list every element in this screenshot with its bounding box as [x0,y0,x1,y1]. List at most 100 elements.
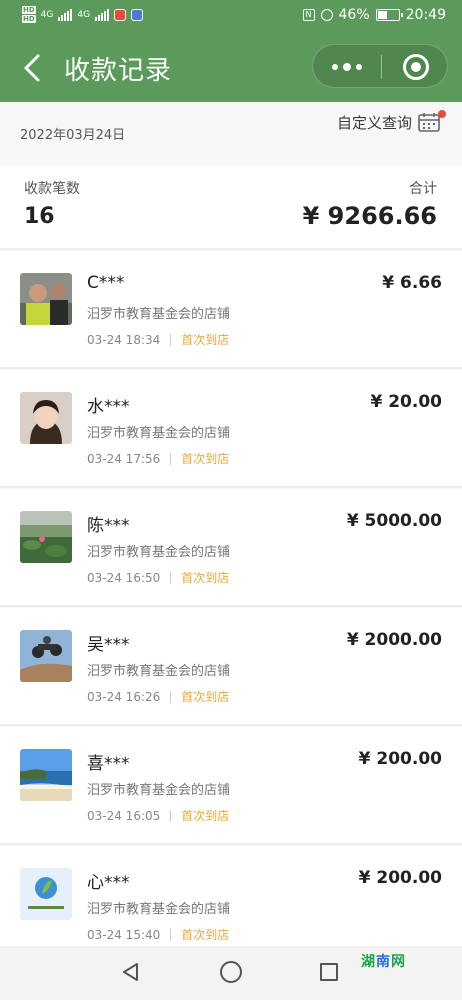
payment-amount: ¥ 200.00 [358,749,442,769]
record-meta: 03-24 16:26 首次到店 [87,688,229,705]
lotus-pond-photo-icon [20,511,72,563]
payer-name: 喜*** [87,754,130,774]
record-item[interactable]: 陈*** ¥ 5000.00 汨罗市教育基金会的店铺 03-24 16:50 首… [0,489,462,607]
calendar-icon[interactable] [418,112,440,132]
payer-name: C*** [87,273,125,293]
divider [170,928,172,941]
close-mini-program-button[interactable] [403,54,429,80]
avatar [20,749,72,801]
page-title: 收款记录 [64,56,173,86]
beach-photo-icon [20,749,72,801]
store-name: 汨罗市教育基金会的店铺 [87,664,231,679]
payment-amount: ¥ 5000.00 [346,511,442,531]
record-meta: 03-24 16:05 首次到店 [87,807,229,824]
date-label: 2022年03月24日 [20,128,126,143]
first-visit-badge: 首次到店 [181,928,230,942]
payment-amount: ¥ 200.00 [358,868,442,888]
custom-query-link[interactable]: 自定义查询 [337,112,412,133]
payment-time: 03-24 15:40 [87,927,161,942]
store-name: 汨罗市教育基金会的店铺 [87,545,231,560]
home-circle-icon[interactable] [220,961,242,983]
payment-time: 03-24 16:50 [87,570,161,585]
more-button[interactable] [313,45,381,89]
back-arrow-icon[interactable] [18,52,48,84]
nfc-icon: N [302,9,315,21]
record-meta: 03-24 17:56 首次到店 [87,450,229,467]
store-name: 汨罗市教育基金会的店铺 [87,307,231,322]
person-photo-icon [20,273,72,325]
store-name: 汨罗市教育基金会的店铺 [87,902,231,917]
signal2-icon [95,8,110,21]
store-name: 汨罗市教育基金会的店铺 [87,783,231,798]
status-bar: HD HD 4G 4G N 46% 20:49 [0,0,462,34]
payer-name: 陈*** [87,516,130,536]
capsule-divider [381,55,382,79]
battery-percent: 46% [338,7,370,23]
summary-card: 收款笔数 16 合计 ¥ 9266.66 [0,166,462,250]
music-app-icon [131,8,144,21]
selfie-photo-icon [20,392,72,444]
status-left: HD HD 4G 4G [22,6,144,23]
payment-time: 03-24 18:34 [87,332,161,347]
system-nav-bar: 湖南网 [0,946,462,1000]
record-meta: 03-24 18:34 首次到店 [87,331,229,348]
payment-amount: ¥ 2000.00 [346,630,442,650]
divider [170,690,172,703]
payment-time: 03-24 17:56 [87,451,161,466]
dot-icon [343,63,351,71]
status-right: N 46% 20:49 [302,7,446,23]
payment-time: 03-24 16:05 [87,808,161,823]
payer-name: 心*** [87,873,130,893]
avatar [20,392,72,444]
avatar [20,273,72,325]
record-item[interactable]: C*** ¥ 6.66 汨罗市教育基金会的店铺 03-24 18:34 首次到店 [0,251,462,369]
first-visit-badge: 首次到店 [181,452,230,466]
notification-dot [438,110,446,118]
divider [170,809,172,822]
recents-square-icon[interactable] [320,963,338,981]
signal1-icon [58,8,73,21]
payment-time: 03-24 16:26 [87,689,161,704]
total-label: 合计 [409,181,437,197]
network2-label: 4G [77,9,91,20]
hd1-icon: HD [22,6,36,14]
alarm-icon [320,9,333,21]
divider [170,333,172,346]
mini-program-capsule [312,44,448,88]
avatar [20,511,72,563]
first-visit-badge: 首次到店 [181,809,230,823]
total-value: ¥ 9266.66 [302,202,437,230]
filter-row: 2022年03月24日 自定义查询 [0,102,462,166]
store-name: 汨罗市教育基金会的店铺 [87,426,231,441]
count-value: 16 [24,204,55,229]
network1-label: 4G [40,9,54,20]
payment-amount: ¥ 20.00 [370,392,442,412]
back-triangle-icon[interactable] [120,961,142,983]
divider [170,571,172,584]
avatar [20,868,72,920]
divider [170,452,172,465]
app-notification-icon [114,8,127,21]
dot-icon [356,64,362,70]
record-item[interactable]: 吴*** ¥ 2000.00 汨罗市教育基金会的店铺 03-24 16:26 首… [0,608,462,726]
record-meta: 03-24 15:40 首次到店 [87,926,229,943]
record-item[interactable]: 水*** ¥ 20.00 汨罗市教育基金会的店铺 03-24 17:56 首次到… [0,370,462,488]
clock: 20:49 [405,7,446,23]
avatar [20,630,72,682]
first-visit-badge: 首次到店 [181,690,230,704]
payer-name: 水*** [87,397,130,417]
count-label: 收款笔数 [24,181,80,197]
first-visit-badge: 首次到店 [181,571,230,585]
nav-bar: 收款记录 [0,34,462,102]
leaf-logo-icon [20,868,72,920]
hd-icons: HD HD [22,6,36,23]
hd2-icon: HD [22,15,36,23]
battery-icon [375,9,403,21]
record-item[interactable]: 喜*** ¥ 200.00 汨罗市教育基金会的店铺 03-24 16:05 首次… [0,727,462,845]
record-meta: 03-24 16:50 首次到店 [87,569,229,586]
payment-amount: ¥ 6.66 [382,273,442,293]
dot-icon [332,64,338,70]
watermark-logo: 湖南网 [361,954,406,970]
payer-name: 吴*** [87,635,130,655]
first-visit-badge: 首次到店 [181,333,230,347]
